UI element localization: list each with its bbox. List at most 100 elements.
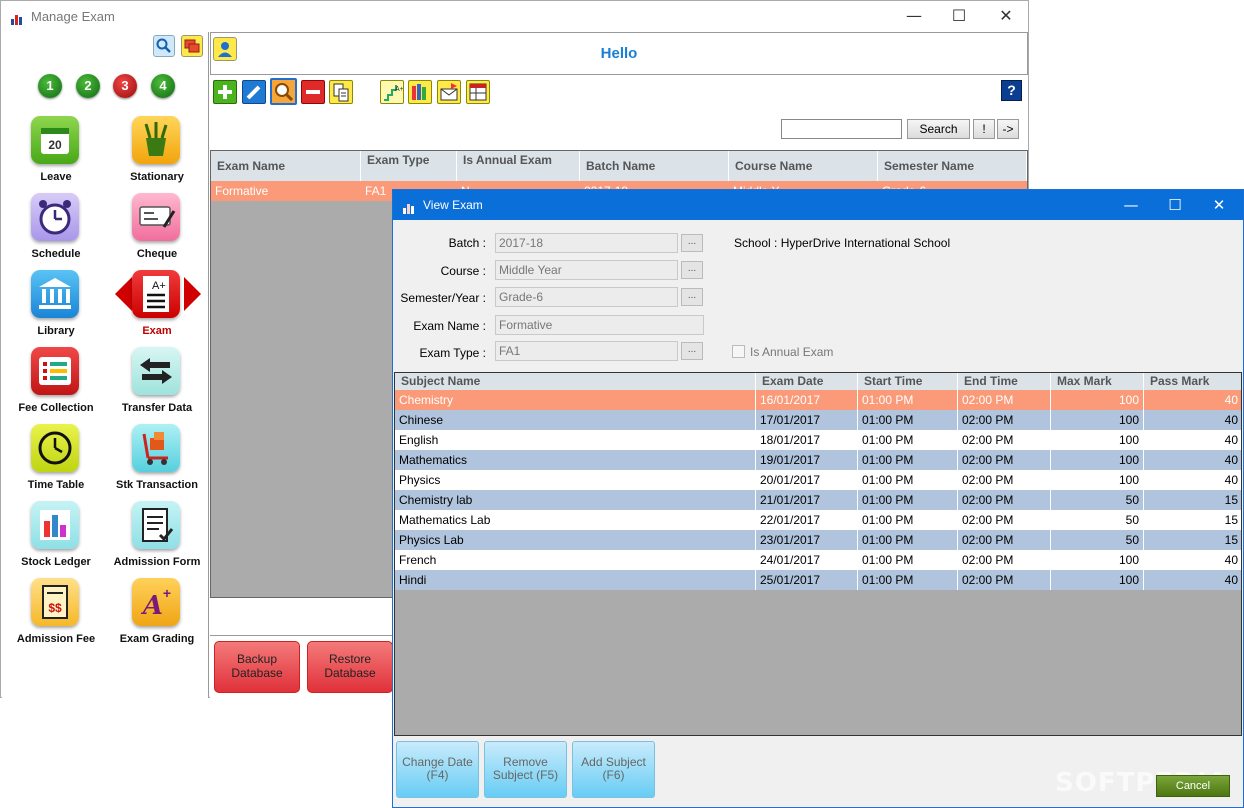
tile-time-table[interactable]: Time Table xyxy=(6,424,106,501)
exam-type-browse-button[interactable]: ... xyxy=(681,342,703,360)
tile-cheque[interactable]: Cheque xyxy=(107,193,207,270)
table-row[interactable]: Chemistry lab 21/01/2017 01:00 PM 02:00 PM 5… xyxy=(395,490,1241,510)
table-cell: 20/01/2017 xyxy=(756,470,858,490)
tile-library[interactable]: Library xyxy=(6,270,106,347)
copy-list-icon[interactable] xyxy=(329,80,353,104)
tile-admission-form[interactable]: Admission Form xyxy=(107,501,207,578)
search-icon[interactable] xyxy=(153,35,175,57)
dialog-maximize-button[interactable]: ☐ xyxy=(1155,194,1195,216)
table-row[interactable]: Physics Lab 23/01/2017 01:00 PM 02:00 PM 50 1… xyxy=(395,530,1241,550)
cancel-button[interactable]: Cancel xyxy=(1156,775,1230,797)
change-date-button[interactable]: Change Date (F4) xyxy=(396,741,479,798)
table-cell: 40 xyxy=(1144,390,1241,410)
next-button[interactable]: -> xyxy=(997,119,1019,139)
table-cell: 16/01/2017 xyxy=(756,390,858,410)
tile-stk-transaction[interactable]: Stk Transaction xyxy=(107,424,207,501)
table-cell: 100 xyxy=(1051,550,1144,570)
table-row[interactable]: English 18/01/2017 01:00 PM 02:00 PM 100 40 xyxy=(395,430,1241,450)
column-header[interactable]: Subject Name xyxy=(395,373,756,390)
tile-admission-fee[interactable]: $$ Admission Fee xyxy=(6,578,106,655)
table-cell: 18/01/2017 xyxy=(756,430,858,450)
table-cell: Chemistry lab xyxy=(395,490,756,510)
column-header[interactable]: Exam Type xyxy=(361,151,457,181)
table-cell: 100 xyxy=(1051,450,1144,470)
close-button[interactable]: ✕ xyxy=(986,5,1026,27)
grading-steps-icon[interactable]: A+ xyxy=(380,80,404,104)
page-2-button[interactable]: 2 xyxy=(76,74,100,98)
column-header[interactable]: Pass Mark xyxy=(1144,373,1241,390)
exam-name-field[interactable]: Formative xyxy=(495,315,704,335)
batch-browse-button[interactable]: ... xyxy=(681,234,703,252)
dialog-minimize-button[interactable]: — xyxy=(1111,194,1151,216)
semester-browse-button[interactable]: ... xyxy=(681,288,703,306)
tile-leave[interactable]: 20 Leave xyxy=(6,116,106,193)
tile-exam-grading[interactable]: A + Exam Grading xyxy=(107,578,207,655)
table-row[interactable]: Chemistry 16/01/2017 01:00 PM 02:00 PM 100 40 xyxy=(395,390,1241,410)
table-cell: 40 xyxy=(1144,470,1241,490)
books-icon[interactable] xyxy=(408,80,432,104)
exam-type-field[interactable]: FA1 xyxy=(495,341,678,361)
table-cell: 01:00 PM xyxy=(858,390,958,410)
table-row[interactable]: Mathematics Lab 22/01/2017 01:00 PM 02:00 P… xyxy=(395,510,1241,530)
column-header[interactable]: End Time xyxy=(958,373,1051,390)
column-header[interactable]: Exam Name xyxy=(211,151,361,181)
column-header[interactable]: Batch Name xyxy=(580,151,729,181)
export-mail-icon[interactable] xyxy=(437,80,461,104)
edit-icon[interactable] xyxy=(242,80,266,104)
tile-schedule[interactable]: Schedule xyxy=(6,193,106,270)
help-icon[interactable]: ? xyxy=(1001,80,1022,101)
remove-subject-button[interactable]: Remove Subject (F5) xyxy=(484,741,567,798)
batch-field[interactable]: 2017-18 xyxy=(495,233,678,253)
add-icon[interactable] xyxy=(213,80,237,104)
table-cell: 22/01/2017 xyxy=(756,510,858,530)
course-field[interactable]: Middle Year xyxy=(495,260,678,280)
tile-stock-ledger[interactable]: Stock Ledger xyxy=(6,501,106,578)
tile-fee-collection[interactable]: Fee Collection xyxy=(6,347,106,424)
table-row[interactable]: Chinese 17/01/2017 01:00 PM 02:00 PM 100 40 xyxy=(395,410,1241,430)
column-header[interactable]: Course Name xyxy=(729,151,878,181)
annual-exam-checkbox[interactable] xyxy=(732,345,745,358)
table-row[interactable]: Physics 20/01/2017 01:00 PM 02:00 PM 100 40 xyxy=(395,470,1241,490)
table-row[interactable]: Mathematics 19/01/2017 01:00 PM 02:00 PM 100… xyxy=(395,450,1241,470)
column-header[interactable]: Max Mark xyxy=(1051,373,1144,390)
tile-stationary[interactable]: Stationary xyxy=(107,116,207,193)
svg-text:20: 20 xyxy=(48,138,62,152)
tile-exam[interactable]: A+ Exam xyxy=(107,270,207,347)
table-cell: 50 xyxy=(1051,490,1144,510)
tile-label: Stock Ledger xyxy=(21,556,91,568)
maximize-button[interactable]: ☐ xyxy=(939,5,979,27)
column-header[interactable]: Is Annual Exam xyxy=(457,151,580,181)
column-header[interactable]: Exam Date xyxy=(756,373,858,390)
table-row[interactable]: Hindi 25/01/2017 01:00 PM 02:00 PM 100 40 xyxy=(395,570,1241,590)
page-1-button[interactable]: 1 xyxy=(38,74,62,98)
column-header[interactable]: Semester Name xyxy=(878,151,1027,181)
semester-label: Semester/Year : xyxy=(400,291,486,305)
exclaim-button[interactable]: ! xyxy=(973,119,995,139)
course-browse-button[interactable]: ... xyxy=(681,261,703,279)
tile-label: Library xyxy=(37,325,75,337)
tile-transfer-data[interactable]: Transfer Data xyxy=(107,347,207,424)
search-input[interactable] xyxy=(781,119,902,139)
greeting-text: Hello xyxy=(600,45,638,62)
transfer-arrows-icon xyxy=(132,347,180,395)
dialog-close-button[interactable]: ✕ xyxy=(1199,194,1239,216)
minimize-button[interactable]: — xyxy=(894,5,934,27)
table-grid-icon[interactable] xyxy=(466,80,490,104)
view-magnifier-icon[interactable] xyxy=(270,78,297,105)
add-subject-button[interactable]: Add Subject (F6) xyxy=(572,741,655,798)
semester-field[interactable]: Grade-6 xyxy=(495,287,678,307)
table-cell: Physics xyxy=(395,470,756,490)
page-4-button[interactable]: 4 xyxy=(151,74,175,98)
restore-database-button[interactable]: Restore Database xyxy=(307,641,393,693)
backup-database-button[interactable]: Backup Database xyxy=(214,641,300,693)
table-cell: 02:00 PM xyxy=(958,550,1051,570)
main-titlebar: Manage Exam — ☐ ✕ xyxy=(1,1,1028,32)
windows-icon[interactable] xyxy=(181,35,203,57)
search-button[interactable]: Search xyxy=(907,119,970,139)
page-3-button[interactable]: 3 xyxy=(113,74,137,98)
table-row[interactable]: French 24/01/2017 01:00 PM 02:00 PM 100 40 xyxy=(395,550,1241,570)
table-cell: 01:00 PM xyxy=(858,490,958,510)
delete-icon[interactable] xyxy=(301,80,325,104)
exam-type-label: Exam Type : xyxy=(419,346,486,360)
column-header[interactable]: Start Time xyxy=(858,373,958,390)
